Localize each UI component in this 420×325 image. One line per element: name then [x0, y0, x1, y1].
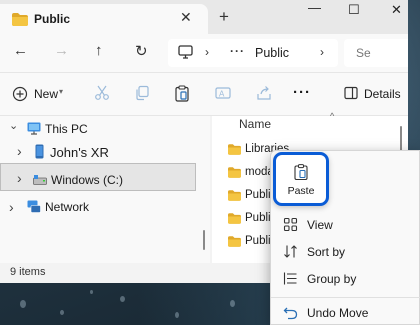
- chevron-right-icon[interactable]: ›: [17, 170, 22, 186]
- item-count: 9 items: [10, 266, 46, 278]
- address-bar[interactable]: › ··· Public ›: [168, 39, 338, 67]
- folder-icon: [228, 167, 241, 181]
- menu-item-undo-move[interactable]: Undo Move: [271, 301, 420, 325]
- refresh-icon[interactable]: ↻: [135, 42, 148, 60]
- chevron-right-icon[interactable]: ›: [17, 143, 22, 159]
- menu-item-label: Group by: [307, 272, 357, 286]
- up-arrow-icon[interactable]: ↑: [95, 42, 103, 59]
- clipboard-icon: [294, 164, 308, 183]
- folder-icon: [228, 213, 241, 227]
- breadcrumb-public[interactable]: Public: [255, 46, 289, 60]
- new-tab-button[interactable]: +: [219, 7, 229, 27]
- folder-icon: [228, 236, 241, 250]
- grid-icon: [283, 217, 298, 235]
- navigation-bar: ← → ↑ ↻ › ··· Public › Se: [0, 34, 408, 72]
- menu-item-label: View: [307, 218, 333, 232]
- svg-text:A: A: [219, 90, 225, 99]
- chevron-down-icon: ▾: [59, 87, 64, 96]
- paste-icon[interactable]: [174, 85, 190, 105]
- menu-item-label: Undo Move: [307, 306, 369, 320]
- monitor-icon: [178, 45, 193, 62]
- new-label: New: [34, 87, 59, 101]
- tree-label: Network: [45, 200, 90, 214]
- tree-item-network[interactable]: › Network: [0, 197, 200, 223]
- navigation-pane: ⌄ This PC › John's XR › Windows (C:) › N…: [0, 116, 210, 263]
- search-placeholder: Se: [356, 46, 371, 60]
- new-button[interactable]: New ▾: [12, 86, 63, 105]
- tree-label: Windows (C:): [51, 173, 124, 187]
- tree-label: John's XR: [50, 145, 109, 160]
- back-arrow-icon[interactable]: ←: [13, 42, 28, 59]
- breadcrumb-separator: ›: [205, 45, 209, 59]
- sort-icon: [283, 244, 298, 262]
- tab-title: Public: [34, 12, 71, 26]
- group-icon: [283, 271, 298, 289]
- forward-arrow-icon[interactable]: →: [54, 42, 69, 59]
- chevron-down-icon[interactable]: ⌄: [9, 119, 18, 132]
- share-icon[interactable]: [256, 85, 272, 104]
- breadcrumb-chevron[interactable]: ›: [320, 45, 324, 59]
- menu-item-view[interactable]: View: [271, 213, 420, 239]
- rename-icon[interactable]: A: [215, 85, 231, 104]
- folder-icon: [12, 13, 28, 29]
- more-options-icon[interactable]: ···: [293, 84, 311, 101]
- menu-item-label: Sort by: [307, 245, 346, 259]
- copy-icon[interactable]: [134, 85, 150, 104]
- breadcrumb-overflow[interactable]: ···: [230, 44, 245, 58]
- monitor-icon: [27, 122, 41, 138]
- paste-label: Paste: [287, 185, 315, 197]
- column-header-name[interactable]: Name: [239, 117, 271, 131]
- drive-icon: [33, 174, 47, 188]
- details-pane-icon: [344, 86, 358, 100]
- title-bar: Public ✕ + — ☐ ✕: [0, 0, 408, 34]
- tab-public[interactable]: Public ✕: [0, 4, 208, 34]
- phone-icon: [35, 144, 44, 162]
- command-bar: New ▾ A ··· Details: [0, 72, 408, 116]
- chevron-right-icon[interactable]: ›: [9, 199, 14, 215]
- sort-ascending-icon[interactable]: ^: [330, 111, 334, 121]
- paste-button[interactable]: Paste: [273, 152, 329, 206]
- folder-icon: [228, 144, 241, 158]
- undo-icon: [283, 305, 298, 323]
- plus-circle-icon: [12, 86, 28, 102]
- menu-item-group-by[interactable]: Group by: [271, 267, 420, 293]
- tree-label: This PC: [45, 122, 88, 136]
- details-button[interactable]: Details: [344, 86, 401, 103]
- cut-icon[interactable]: [94, 85, 110, 104]
- details-label: Details: [364, 87, 401, 101]
- nav-pane-scrollbar[interactable]: [203, 230, 205, 250]
- network-icon: [27, 200, 41, 217]
- minimize-button[interactable]: —: [308, 0, 321, 15]
- menu-item-sort-by[interactable]: Sort by: [271, 240, 420, 266]
- close-tab-icon[interactable]: ✕: [180, 9, 192, 26]
- close-window-button[interactable]: ✕: [391, 2, 402, 18]
- tree-item-windows-c[interactable]: › Windows (C:): [0, 168, 200, 194]
- maximize-button[interactable]: ☐: [348, 2, 360, 18]
- menu-divider: [271, 297, 420, 298]
- tree-item-johns-xr[interactable]: › John's XR: [0, 141, 200, 167]
- folder-icon: [228, 190, 241, 204]
- search-box[interactable]: Se: [344, 39, 408, 67]
